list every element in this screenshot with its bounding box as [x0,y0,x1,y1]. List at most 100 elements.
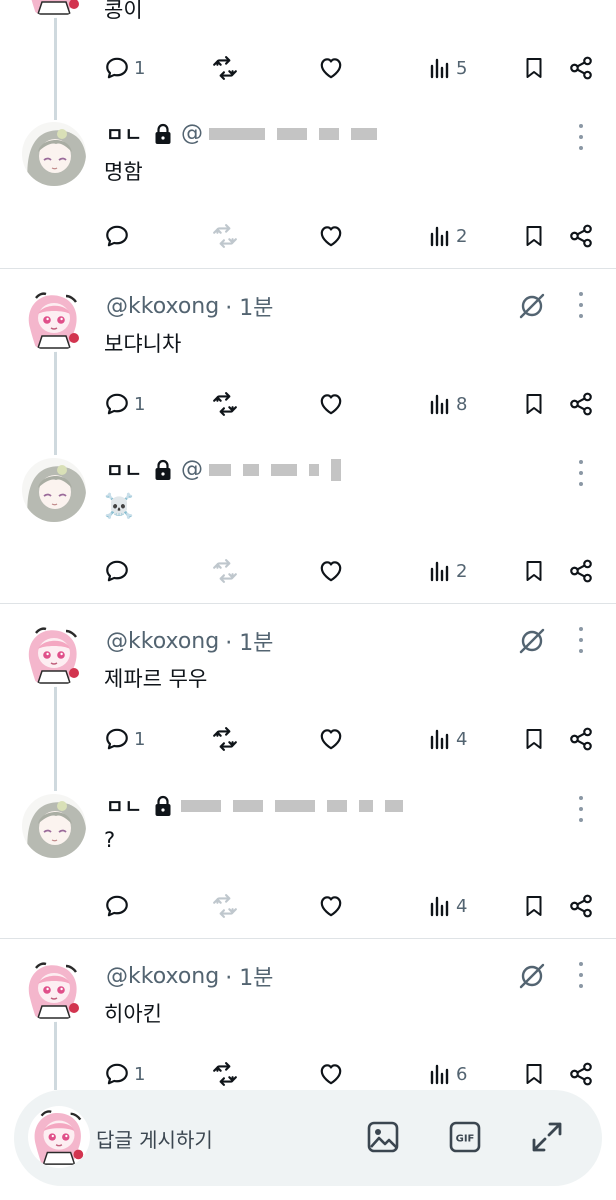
retweet-button[interactable] [212,388,238,420]
reply-button[interactable] [104,555,130,587]
avatar [28,1106,90,1168]
retweet-button[interactable] [212,220,238,252]
handle[interactable]: @kkoxong [106,629,219,654]
avatar[interactable] [22,958,86,1022]
not-interested-icon[interactable] [516,290,548,322]
bookmark-button[interactable] [522,220,546,252]
handle-redacted: @ [180,457,203,482]
post-text: ? [104,828,116,852]
retweet-button[interactable] [212,52,238,84]
post-text: ☠️ [104,492,134,520]
views-button[interactable]: 8 [428,388,467,420]
like-button[interactable] [318,555,344,587]
post-text: 히아킨 [104,1002,162,1026]
redacted-block [208,458,341,481]
post-text: 콩이 [104,0,143,22]
gif-icon[interactable]: GIF [448,1120,482,1158]
timestamp[interactable]: · 1분 [225,625,273,657]
share-button[interactable] [568,723,594,755]
retweet-button[interactable] [212,1058,238,1090]
more-icon[interactable] [572,460,590,486]
lock-icon [153,459,173,481]
bookmark-button[interactable] [522,723,546,755]
like-button[interactable] [318,723,344,755]
display-name[interactable]: ㅁㄴ [106,456,143,483]
divider [0,603,616,604]
more-icon[interactable] [572,962,590,988]
avatar[interactable] [22,794,86,858]
lock-icon [153,795,173,817]
post-header: ㅁㄴ [106,792,403,819]
views-button[interactable]: 4 [428,723,467,755]
views-button[interactable]: 6 [428,1058,467,1090]
views-button[interactable]: 4 [428,890,467,922]
not-interested-icon[interactable] [516,960,548,992]
avatar[interactable] [22,122,86,186]
retweet-button[interactable] [212,723,238,755]
more-icon[interactable] [572,796,590,822]
like-button[interactable] [318,220,344,252]
reply-input[interactable]: 답글 게시하기 [96,1124,213,1153]
share-button[interactable] [568,1058,594,1090]
reply-button[interactable] [104,890,130,922]
post-text: 명함 [104,160,143,184]
display-name[interactable]: ㅁㄴ [106,120,143,147]
bookmark-button[interactable] [522,388,546,420]
expand-icon[interactable] [530,1120,564,1158]
avatar[interactable] [22,288,86,352]
redacted-block [180,799,403,812]
views-button[interactable]: 2 [428,555,467,587]
bookmark-button[interactable] [522,555,546,587]
handle-redacted: @ [180,121,203,146]
reply-button[interactable]: 1 [104,52,145,84]
divider [0,268,616,269]
handle[interactable]: @kkoxong [106,964,219,989]
post-actions: 4 [0,890,616,922]
display-name[interactable]: ㅁㄴ [106,792,143,819]
post-actions: 1 6 [0,1058,616,1090]
bookmark-button[interactable] [522,52,546,84]
post-actions: 1 4 [0,723,616,755]
share-button[interactable] [568,52,594,84]
post-actions: 2 [0,555,616,587]
post-text: 제파르 무우 [104,667,208,691]
avatar[interactable] [22,458,86,522]
share-button[interactable] [568,890,594,922]
post-actions: 1 5 [0,52,616,84]
like-button[interactable] [318,890,344,922]
reply-button[interactable]: 1 [104,723,145,755]
timestamp[interactable]: · 1분 [225,960,273,992]
reply-button[interactable] [104,220,130,252]
retweet-button[interactable] [212,555,238,587]
image-icon[interactable] [366,1120,400,1158]
post-text: 보댜니차 [104,332,182,356]
reply-button[interactable]: 1 [104,388,145,420]
redacted-block [208,127,377,140]
share-button[interactable] [568,555,594,587]
handle[interactable]: @kkoxong [106,294,219,319]
post-actions: 2 [0,220,616,252]
like-button[interactable] [318,388,344,420]
post-header: ㅁㄴ @ [106,120,377,147]
avatar[interactable] [22,623,86,687]
share-button[interactable] [568,220,594,252]
more-icon[interactable] [572,627,590,653]
views-button[interactable]: 5 [428,52,467,84]
timestamp[interactable]: · 1분 [225,290,273,322]
reply-composer[interactable]: 답글 게시하기 GIF [14,1090,602,1186]
more-icon[interactable] [572,124,590,150]
views-button[interactable]: 2 [428,220,467,252]
more-icon[interactable] [572,292,590,318]
avatar[interactable] [22,0,86,18]
post-header: @kkoxong · 1분 [106,625,273,657]
not-interested-icon[interactable] [516,625,548,657]
svg-text:GIF: GIF [456,1134,475,1145]
divider [0,938,616,939]
bookmark-button[interactable] [522,890,546,922]
share-button[interactable] [568,388,594,420]
bookmark-button[interactable] [522,1058,546,1090]
retweet-button[interactable] [212,890,238,922]
reply-button[interactable]: 1 [104,1058,145,1090]
like-button[interactable] [318,52,344,84]
like-button[interactable] [318,1058,344,1090]
